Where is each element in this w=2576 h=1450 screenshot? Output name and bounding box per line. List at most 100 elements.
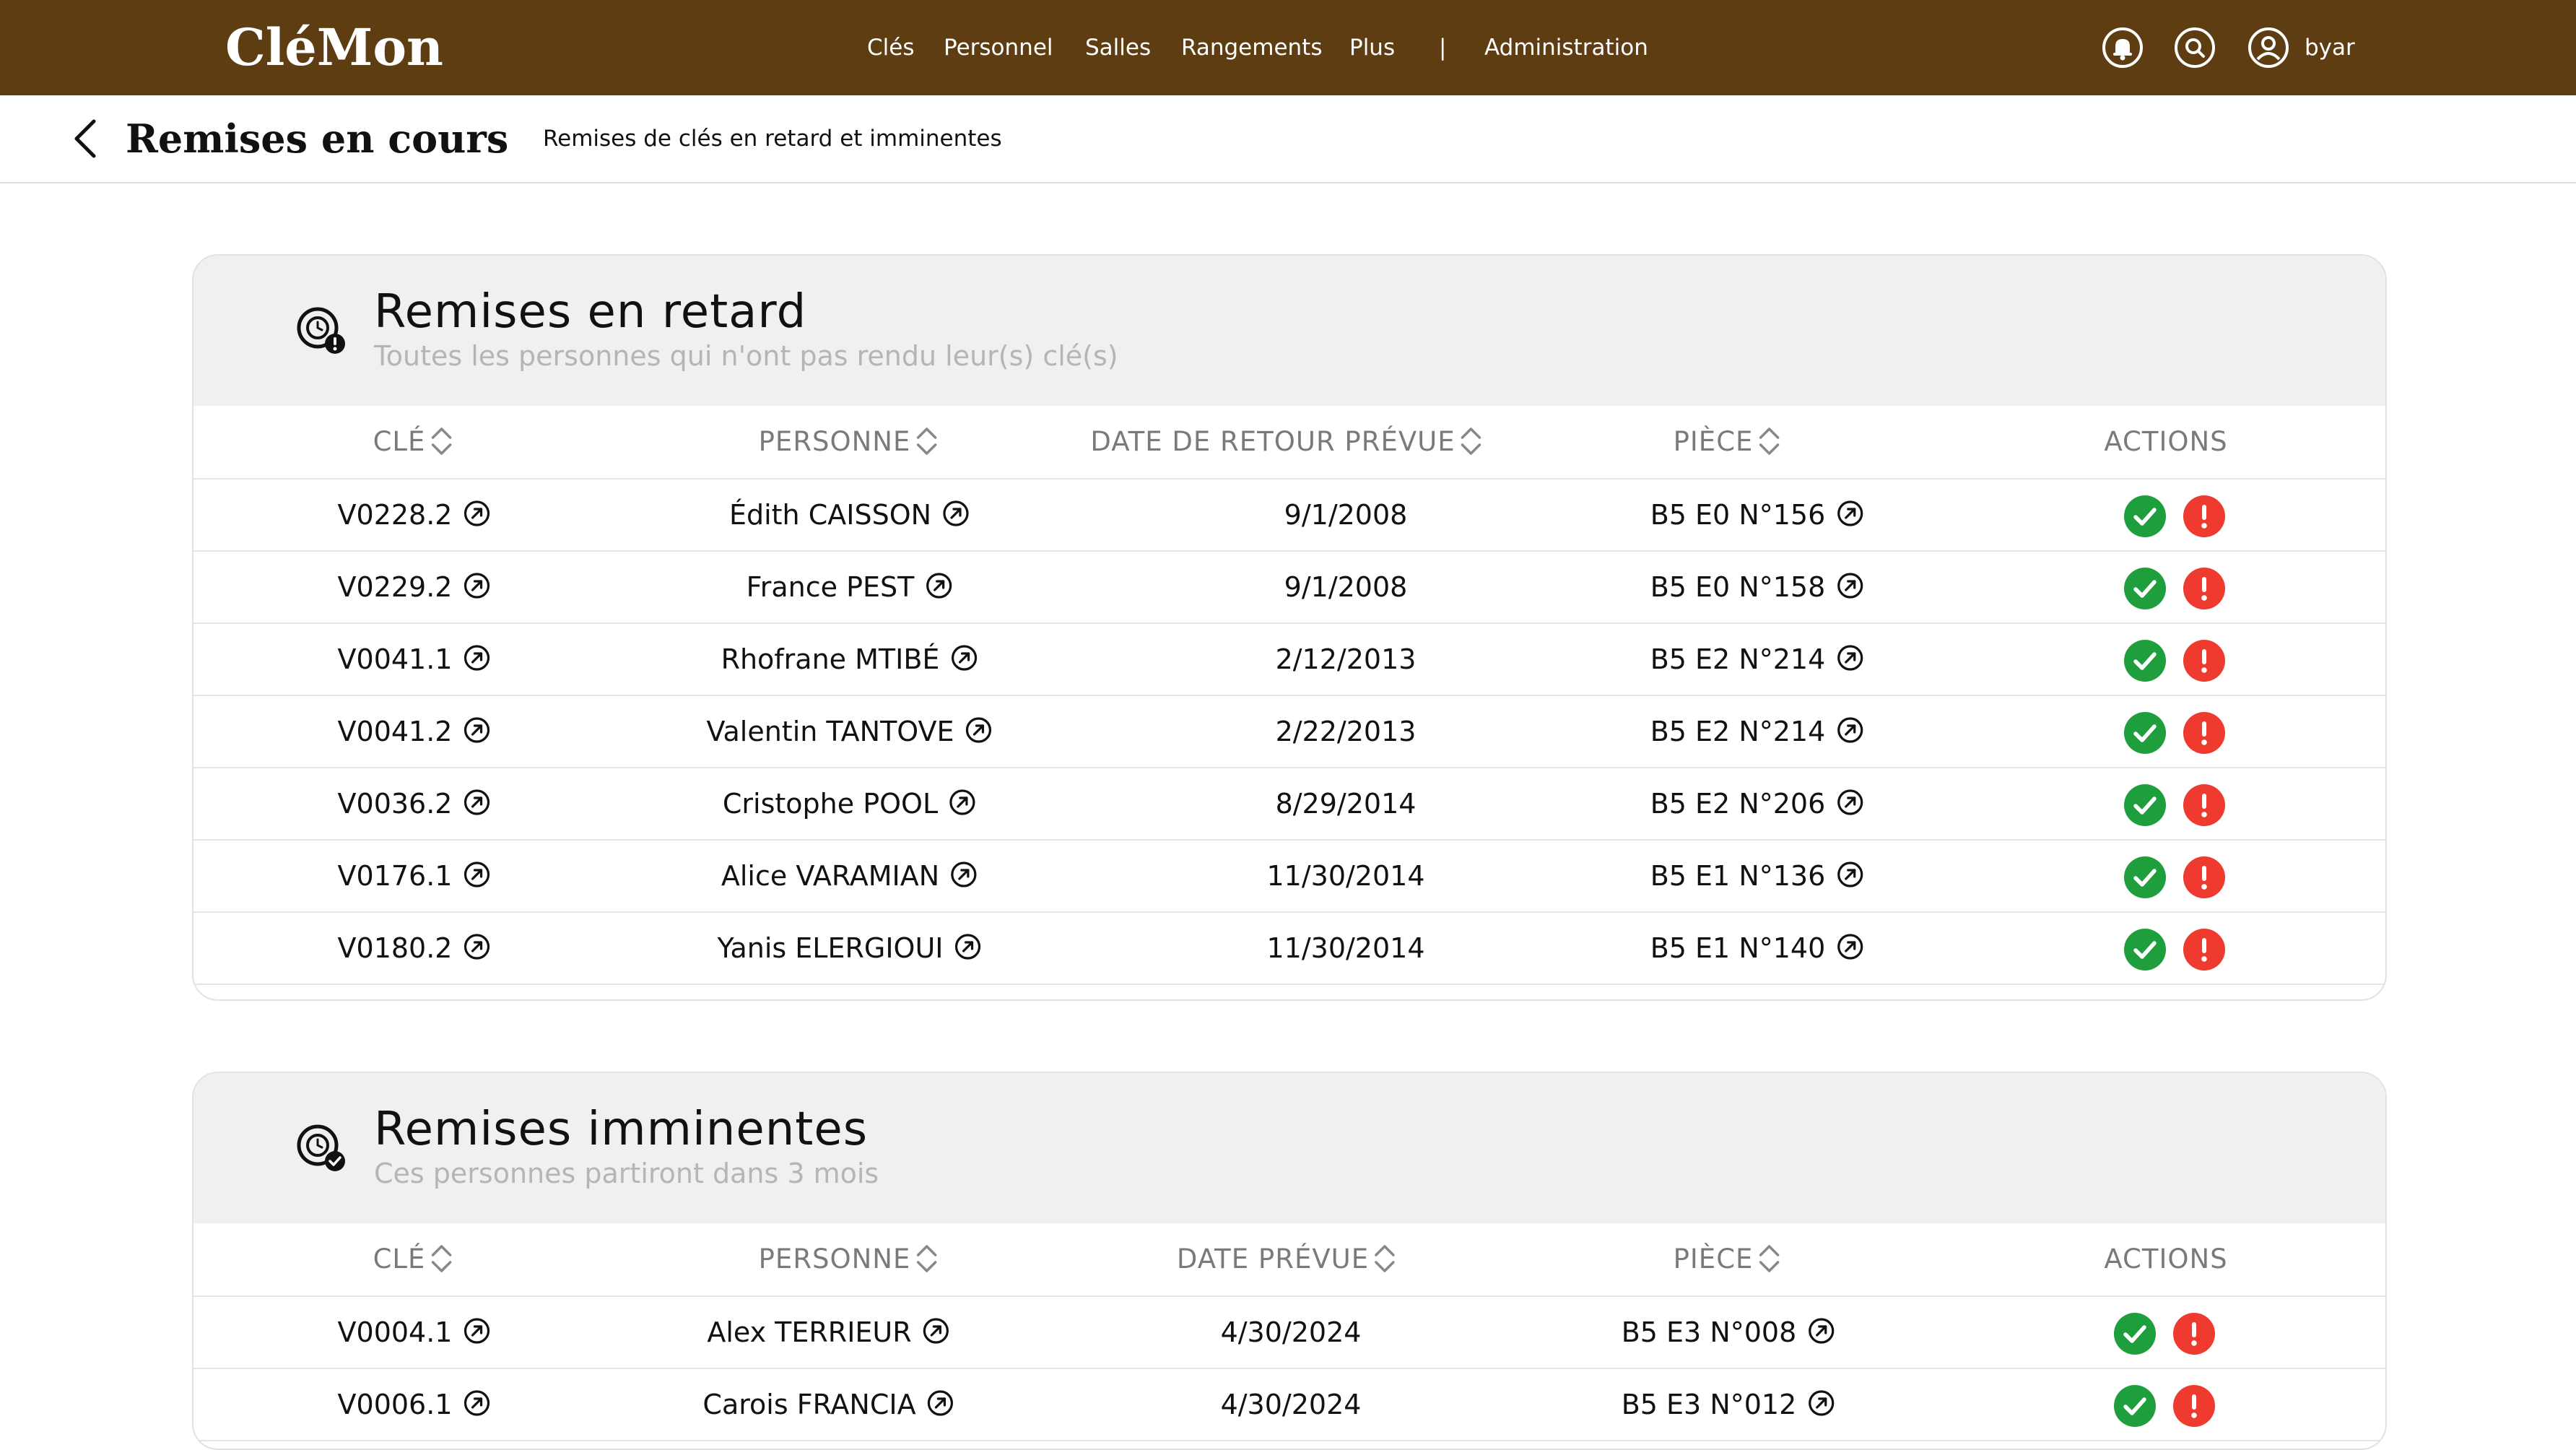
key-cell[interactable]: V0176.1 [338, 841, 492, 911]
person-cell[interactable]: Édith CAISSON [729, 479, 970, 550]
open-link-icon[interactable] [924, 571, 953, 600]
open-link-icon[interactable] [949, 643, 978, 672]
validate-return-icon[interactable] [2124, 712, 2166, 754]
username[interactable]: byar [2305, 0, 2355, 95]
column-header-piece[interactable]: PIÈCE [1674, 1223, 1784, 1295]
search-icon[interactable] [2173, 26, 2216, 69]
open-link-icon[interactable] [1835, 499, 1864, 528]
person-cell[interactable]: Carois FRANCIA [702, 1369, 954, 1440]
open-link-icon[interactable] [1835, 571, 1864, 600]
person-cell[interactable]: Rhofrane MTIBÉ [721, 624, 979, 695]
sort-icon[interactable] [1754, 1241, 1783, 1275]
alert-icon[interactable] [2173, 1385, 2215, 1427]
column-header-cle[interactable]: CLÉ [373, 1223, 456, 1295]
open-link-icon[interactable] [462, 860, 491, 889]
open-link-icon[interactable] [1835, 716, 1864, 744]
alert-icon[interactable] [2183, 495, 2225, 537]
open-link-icon[interactable] [462, 1389, 491, 1418]
person-cell[interactable]: Alice VARAMIAN [721, 841, 978, 911]
person-cell[interactable]: France PEST [747, 552, 954, 622]
validate-return-icon[interactable] [2124, 929, 2166, 971]
alert-icon[interactable] [2173, 1313, 2215, 1355]
sort-icon[interactable] [912, 1241, 941, 1275]
person-cell[interactable]: Alex TERRIEUR [707, 1297, 950, 1368]
sort-icon[interactable] [1457, 423, 1486, 458]
key-cell[interactable]: V0180.2 [338, 913, 492, 984]
key-cell[interactable]: V0041.2 [338, 696, 492, 767]
key-cell[interactable]: V0036.2 [338, 768, 492, 839]
open-link-icon[interactable] [926, 1389, 955, 1418]
validate-return-icon[interactable] [2124, 640, 2166, 682]
key-cell[interactable]: V0228.2 [338, 479, 492, 550]
room-cell[interactable]: B5 E1 N°140 [1650, 913, 1865, 984]
validate-return-icon[interactable] [2124, 784, 2166, 826]
sort-icon[interactable] [427, 423, 456, 458]
validate-return-icon[interactable] [2124, 856, 2166, 898]
person-cell[interactable]: Yanis ELERGIOUI [718, 913, 983, 984]
validate-return-icon[interactable] [2124, 568, 2166, 609]
column-header-date[interactable]: DATE DE RETOUR PRÉVUE [1090, 406, 1485, 478]
open-link-icon[interactable] [1806, 1389, 1835, 1418]
key-cell[interactable]: V0041.1 [338, 624, 492, 695]
person-cell[interactable]: Valentin TANTOVE [706, 696, 993, 767]
open-link-icon[interactable] [462, 499, 491, 528]
sort-icon[interactable] [912, 423, 941, 458]
open-link-icon[interactable] [462, 571, 491, 600]
nav-item-administration[interactable]: Administration [1484, 0, 1648, 95]
column-header-date[interactable]: DATE PRÉVUE [1177, 1223, 1399, 1295]
room-cell[interactable]: B5 E1 N°136 [1650, 841, 1865, 911]
open-link-icon[interactable] [462, 643, 491, 672]
validate-return-icon[interactable] [2114, 1385, 2156, 1427]
open-link-icon[interactable] [1835, 932, 1864, 961]
alert-icon[interactable] [2183, 712, 2225, 754]
alert-icon[interactable] [2183, 784, 2225, 826]
sort-icon[interactable] [1754, 423, 1783, 458]
open-link-icon[interactable] [965, 716, 993, 744]
open-link-icon[interactable] [953, 932, 982, 961]
nav-item-personnel[interactable]: Personnel [944, 0, 1053, 95]
alert-icon[interactable] [2183, 640, 2225, 682]
key-cell[interactable]: V0006.1 [338, 1369, 492, 1440]
open-link-icon[interactable] [462, 1316, 491, 1345]
validate-return-icon[interactable] [2124, 495, 2166, 537]
open-link-icon[interactable] [948, 788, 977, 817]
user-avatar-icon[interactable] [2247, 26, 2290, 69]
open-link-icon[interactable] [462, 716, 491, 744]
nav-item-rangements[interactable]: Rangements [1181, 0, 1322, 95]
column-header-piece[interactable]: PIÈCE [1674, 406, 1784, 478]
open-link-icon[interactable] [1835, 643, 1864, 672]
nav-item-plus[interactable]: Plus [1349, 0, 1395, 95]
sort-icon[interactable] [1370, 1241, 1399, 1275]
room-cell[interactable]: B5 E3 N°008 [1622, 1297, 1836, 1368]
column-header-cle[interactable]: CLÉ [373, 406, 456, 478]
back-arrow-icon[interactable] [65, 117, 108, 160]
open-link-icon[interactable] [941, 499, 970, 528]
person-cell[interactable]: Cristophe POOL [723, 768, 977, 839]
room-cell[interactable]: B5 E2 N°214 [1650, 696, 1865, 767]
open-link-icon[interactable] [462, 788, 491, 817]
open-link-icon[interactable] [949, 860, 978, 889]
column-header-personne[interactable]: PERSONNE [759, 1223, 941, 1295]
open-link-icon[interactable] [462, 932, 491, 961]
room-cell[interactable]: B5 E3 N°012 [1622, 1369, 1836, 1440]
alert-icon[interactable] [2183, 929, 2225, 971]
room-cell[interactable]: B5 E2 N°206 [1650, 768, 1865, 839]
open-link-icon[interactable] [1806, 1316, 1835, 1345]
nav-item-cles[interactable]: Clés [867, 0, 914, 95]
alert-icon[interactable] [2183, 856, 2225, 898]
open-link-icon[interactable] [1835, 788, 1864, 817]
room-cell[interactable]: B5 E2 N°214 [1650, 624, 1865, 695]
brand-logo[interactable]: CléMon [225, 14, 443, 81]
column-header-personne[interactable]: PERSONNE [759, 406, 941, 478]
bell-icon[interactable] [2101, 26, 2144, 69]
open-link-icon[interactable] [922, 1316, 951, 1345]
sort-icon[interactable] [427, 1241, 456, 1275]
open-link-icon[interactable] [1835, 860, 1864, 889]
room-cell[interactable]: B5 E0 N°156 [1650, 479, 1865, 550]
alert-icon[interactable] [2183, 568, 2225, 609]
nav-item-salles[interactable]: Salles [1085, 0, 1151, 95]
validate-return-icon[interactable] [2114, 1313, 2156, 1355]
room-cell[interactable]: B5 E0 N°158 [1650, 552, 1865, 622]
key-cell[interactable]: V0229.2 [338, 552, 492, 622]
key-cell[interactable]: V0004.1 [338, 1297, 492, 1368]
